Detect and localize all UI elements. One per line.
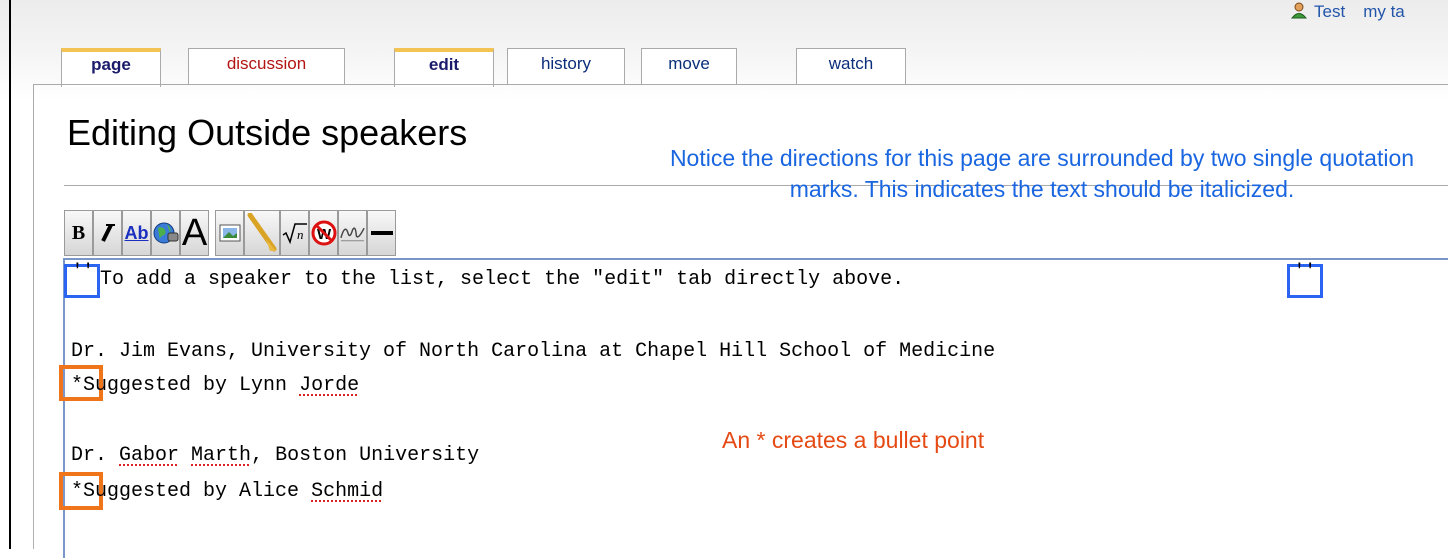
math-formula-button[interactable]: n xyxy=(280,210,309,256)
misspelled-word: Jorde xyxy=(299,374,360,397)
media-file-icon xyxy=(247,213,277,252)
horizontal-line-icon xyxy=(370,231,393,235)
tab-edit[interactable]: edit xyxy=(394,48,494,87)
media-file-button[interactable] xyxy=(244,210,280,256)
speaker-prefix: Dr. xyxy=(71,444,120,467)
editor-line-speaker-2: Dr. Gabor Marth, Boston University xyxy=(71,444,479,467)
tab-history-label: history xyxy=(540,54,592,73)
embedded-image-icon xyxy=(219,224,240,242)
internal-link-button[interactable]: Ab xyxy=(122,210,151,256)
tab-discussion[interactable]: discussion xyxy=(188,48,345,84)
closing-quote-marks: '' xyxy=(1294,262,1316,282)
tab-watch[interactable]: watch xyxy=(796,48,906,84)
misspelled-word: Gabor xyxy=(119,444,180,467)
tab-page-label: page xyxy=(91,55,131,74)
suggested-text: uggested by Alice xyxy=(95,480,312,503)
headline-icon: A xyxy=(181,212,208,254)
user-icon xyxy=(1290,1,1308,24)
window-edge xyxy=(9,0,11,549)
bullet-marker: *S xyxy=(71,374,96,397)
editor-line-directions: To add a speaker to the list, select the… xyxy=(100,268,905,291)
suggested-text: uggested by Lynn xyxy=(95,374,300,397)
misspelled-word: Schmid xyxy=(311,480,384,503)
misspelled-word: Marth xyxy=(191,444,252,467)
quotes-annotation: Notice the directions for this page are … xyxy=(669,145,1415,202)
math-formula-icon: n xyxy=(282,223,307,245)
opening-quote-marks: '' xyxy=(72,262,94,282)
external-link-icon xyxy=(153,222,178,244)
tab-history[interactable]: history xyxy=(507,48,625,84)
editor-line-suggested-2: *Suggested by Alice Schmid xyxy=(71,480,383,503)
internal-link-icon: Ab xyxy=(124,222,149,243)
username-link[interactable]: Test xyxy=(1314,2,1345,21)
bold-button[interactable]: B xyxy=(64,210,93,256)
headline-button[interactable]: A xyxy=(180,210,209,256)
svg-text:n: n xyxy=(297,227,304,242)
sidebar-divider xyxy=(33,380,34,549)
tab-move[interactable]: move xyxy=(641,48,737,84)
bullet-annotation: An * creates a bullet point xyxy=(722,427,985,453)
embedded-image-button[interactable] xyxy=(215,210,244,256)
my-talk-link[interactable]: my ta xyxy=(1363,2,1405,21)
tab-watch-label: watch xyxy=(828,54,874,73)
tab-page[interactable]: page xyxy=(61,48,161,87)
speaker-affiliation: , Boston University xyxy=(251,444,480,467)
edit-textarea[interactable] xyxy=(63,258,1448,558)
signature-button[interactable] xyxy=(338,210,367,256)
italic-button[interactable] xyxy=(93,210,122,256)
tab-move-label: move xyxy=(668,54,710,73)
page-title: Editing Outside speakers xyxy=(67,112,468,153)
user-bar: Test my ta xyxy=(1290,1,1405,24)
editor-line-speaker-1: Dr. Jim Evans, University of North Carol… xyxy=(71,340,996,363)
horizontal-line-button[interactable] xyxy=(367,210,396,256)
tab-edit-label: edit xyxy=(428,55,460,74)
bullet-marker: *S xyxy=(71,480,96,503)
tab-discussion-label: discussion xyxy=(226,54,307,73)
editor-line-suggested-1: *Suggested by Lynn Jorde xyxy=(71,374,359,397)
bold-icon: B xyxy=(71,221,86,244)
italic-icon xyxy=(100,224,115,242)
signature-icon xyxy=(340,227,365,242)
nowiki-button[interactable]: W xyxy=(309,210,338,256)
external-link-button[interactable] xyxy=(151,210,180,256)
nowiki-icon: W xyxy=(311,220,336,246)
